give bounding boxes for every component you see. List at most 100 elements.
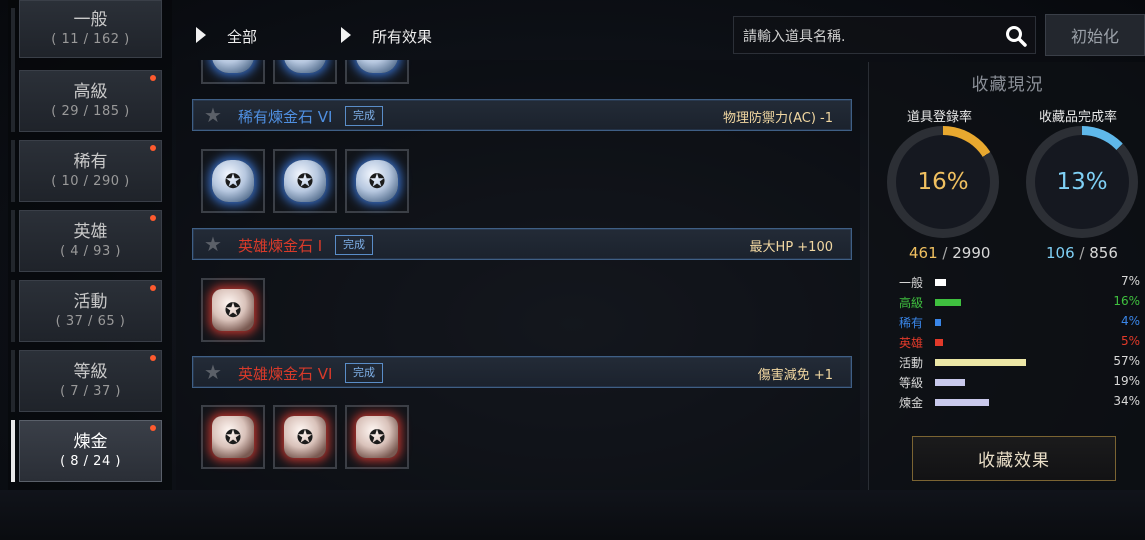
group-name: 英雄煉金石 I	[238, 237, 323, 255]
register-rate-ring: 16%	[887, 126, 999, 238]
alert-dot	[150, 75, 156, 81]
group-effect: 物理防禦力(AC) -1	[723, 111, 833, 126]
category-marker	[11, 280, 15, 342]
category-item-advanced[interactable]: 高級 ( 29 / 185 )	[19, 70, 162, 132]
search-placeholder: 請輸入道具名稱.	[743, 29, 846, 45]
alchemy-stone-icon: ✪	[356, 416, 398, 458]
grade-stat-percent: 19%	[1113, 374, 1140, 388]
grade-stat-bar	[935, 299, 961, 306]
category-marker-active	[11, 420, 15, 482]
category-count: ( 4 / 93 )	[60, 243, 121, 259]
category-marker	[11, 140, 15, 202]
bottom-strip	[0, 490, 1145, 540]
category-item-rare[interactable]: 稀有 ( 10 / 290 )	[19, 140, 162, 202]
alchemy-stone-icon: ✪	[356, 60, 398, 73]
grade-stat-label: 等級	[899, 376, 924, 390]
category-item-normal[interactable]: 一般 ( 11 / 162 )	[19, 0, 162, 58]
item-slot[interactable]: ✪	[345, 405, 409, 469]
grade-stat-percent: 34%	[1113, 394, 1140, 408]
category-item-hero[interactable]: 英雄 ( 4 / 93 )	[19, 210, 162, 272]
star-icon[interactable]: ★	[204, 233, 222, 255]
group-header[interactable]: ★ 稀有煉金石 VI 完成 物理防禦力(AC) -1	[192, 99, 852, 131]
item-list[interactable]: ✪ ✪ ✪ ★ 稀有煉金石 VI 完成 物理防禦力(AC) -1 ✪ ✪ ✪ ★…	[176, 60, 860, 490]
grade-stat-label: 一般	[899, 276, 924, 290]
group-name: 稀有煉金石 VI	[238, 108, 333, 126]
category-count: ( 10 / 290 )	[51, 173, 130, 189]
complete-rate-value: 13%	[1035, 135, 1129, 229]
star-icon[interactable]: ★	[204, 104, 222, 126]
alchemy-stone-icon: ✪	[212, 416, 254, 458]
grade-stat-bar	[935, 379, 966, 386]
search-input[interactable]: 請輸入道具名稱.	[733, 16, 1036, 54]
item-slot[interactable]: ✪	[273, 149, 337, 213]
play-arrow-icon	[341, 27, 351, 43]
item-slot[interactable]: ✪	[201, 405, 265, 469]
grade-stat-row: 等級 19%	[899, 372, 1144, 392]
complete-badge: 完成	[345, 363, 383, 383]
grade-stat-percent: 57%	[1113, 354, 1140, 368]
complete-badge: 完成	[345, 106, 383, 126]
grade-stat-label: 高級	[899, 296, 924, 310]
complete-total: 856	[1089, 244, 1118, 262]
grade-stat-bar	[935, 339, 943, 346]
grade-stat-row: 煉金 34%	[899, 392, 1144, 412]
complete-ratio: 106 / 856	[1046, 244, 1118, 262]
category-name: 英雄	[73, 221, 108, 242]
grade-stat-percent: 7%	[1120, 274, 1140, 288]
item-slot[interactable]: ✪	[201, 278, 265, 342]
star-icon[interactable]: ★	[204, 361, 222, 383]
category-item-event[interactable]: 活動 ( 37 / 65 )	[19, 280, 162, 342]
category-marker	[11, 210, 15, 272]
alchemy-stone-icon: ✪	[284, 60, 326, 73]
grade-stat-bar	[935, 279, 947, 286]
group-effect: 傷害減免 +1	[757, 368, 833, 383]
grade-stat-bar	[935, 399, 990, 406]
reset-button[interactable]: 初始化	[1045, 14, 1145, 56]
complete-rate-ring: 13%	[1026, 126, 1138, 238]
category-name: 稀有	[73, 151, 108, 172]
item-slot[interactable]: ✪	[273, 405, 337, 469]
group-effect: 最大HP +100	[749, 240, 833, 255]
grade-stat-row: 活動 57%	[899, 352, 1144, 372]
register-ratio: 461 / 2990	[909, 244, 991, 262]
item-slot[interactable]: ✪	[273, 60, 337, 84]
group-name: 英雄煉金石 VI	[238, 365, 333, 383]
panel-title: 收藏現況	[971, 75, 1044, 95]
grade-stat-label: 煉金	[899, 396, 924, 410]
category-name: 煉金	[73, 431, 108, 452]
search-icon[interactable]	[1005, 25, 1027, 47]
group-header[interactable]: ★ 英雄煉金石 VI 完成 傷害減免 +1	[192, 356, 852, 388]
item-slot[interactable]: ✪	[345, 60, 409, 84]
category-item-alchemy[interactable]: 煉金 ( 8 / 24 )	[19, 420, 162, 482]
category-marker	[11, 8, 15, 70]
item-slot[interactable]: ✪	[201, 149, 265, 213]
alchemy-stone-icon: ✪	[356, 160, 398, 202]
category-name: 一般	[73, 9, 108, 30]
group-header[interactable]: ★ 英雄煉金石 I 完成 最大HP +100	[192, 228, 852, 260]
collection-effect-button[interactable]: 收藏效果	[912, 436, 1116, 481]
grade-stat-percent: 5%	[1120, 334, 1140, 348]
item-slot[interactable]: ✪	[201, 60, 265, 84]
category-name: 活動	[73, 291, 108, 312]
complete-badge: 完成	[335, 235, 373, 255]
complete-current: 106	[1046, 244, 1075, 262]
grade-stat-row: 英雄 5%	[899, 332, 1144, 352]
grade-stat-bar	[935, 319, 942, 326]
alchemy-stone-icon: ✪	[212, 60, 254, 73]
category-marker	[11, 70, 15, 132]
grade-stat-percent: 4%	[1120, 314, 1140, 328]
category-count: ( 8 / 24 )	[60, 453, 121, 469]
filter-effect[interactable]: 所有效果	[372, 26, 432, 47]
category-name: 等級	[73, 361, 108, 382]
category-count: ( 37 / 65 )	[55, 313, 126, 329]
alchemy-stone-icon: ✪	[284, 160, 326, 202]
play-arrow-icon	[196, 27, 206, 43]
category-marker	[11, 350, 15, 412]
category-item-level[interactable]: 等級 ( 7 / 37 )	[19, 350, 162, 412]
item-slot[interactable]: ✪	[345, 149, 409, 213]
category-count: ( 11 / 162 )	[51, 31, 130, 47]
grade-stat-label: 稀有	[899, 316, 924, 330]
alert-dot	[150, 215, 156, 221]
filter-scope[interactable]: 全部	[227, 26, 257, 47]
grade-stat-bar	[935, 359, 1027, 366]
